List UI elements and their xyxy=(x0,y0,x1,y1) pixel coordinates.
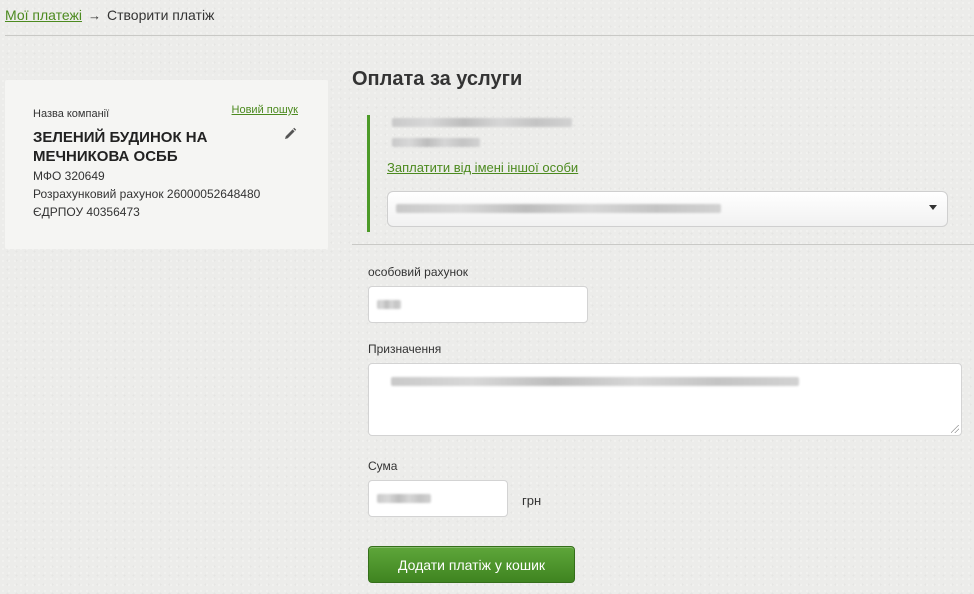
pay-for-other-person-link[interactable]: Заплатити від імені іншої особи xyxy=(387,160,578,175)
resize-handle-icon[interactable] xyxy=(951,425,959,433)
redacted-purpose-text xyxy=(391,377,799,386)
amount-input[interactable] xyxy=(368,480,508,517)
new-search-link[interactable]: Новий пошук xyxy=(232,104,298,116)
redacted-payer-address xyxy=(392,138,480,147)
purpose-label: Призначення xyxy=(368,342,442,356)
amount-label: Сума xyxy=(368,459,398,473)
purpose-textarea[interactable] xyxy=(368,363,962,436)
company-account: Розрахунковий рахунок 26000052648480 xyxy=(33,187,261,201)
company-mfo: МФО 320649 xyxy=(33,169,105,183)
breadcrumb-arrow-icon: → xyxy=(87,7,101,23)
personal-account-input[interactable] xyxy=(368,286,588,323)
payer-select[interactable] xyxy=(387,191,948,227)
add-to-cart-button[interactable]: Додати платіж у кошик xyxy=(368,546,575,583)
header-divider xyxy=(5,35,974,36)
breadcrumb-current: Створити платіж xyxy=(106,7,215,23)
company-name: ЗЕЛЕНИЙ БУДИНОК НА МЕЧНИКОВА ОСББ xyxy=(33,129,208,165)
page-title: Оплата за услуги xyxy=(352,68,523,90)
company-details: МФО 320649 Розрахунковий рахунок 2600005… xyxy=(33,167,260,221)
breadcrumb-my-payments-link[interactable]: Мої платежі xyxy=(5,7,82,23)
personal-account-label: особовий рахунок xyxy=(368,265,469,279)
payer-block: Заплатити від імені іншої особи xyxy=(367,115,967,232)
form-divider xyxy=(352,244,974,245)
redacted-payer-option xyxy=(396,204,721,213)
redacted-personal-account xyxy=(377,300,401,309)
pencil-icon[interactable] xyxy=(282,126,298,142)
company-name-label: Назва компанії xyxy=(33,108,110,120)
currency-label: грн xyxy=(522,493,542,508)
redacted-payer-name xyxy=(392,118,572,127)
company-edrpou: ЄДРПОУ 40356473 xyxy=(33,205,140,219)
company-card: Назва компанії Новий пошук ЗЕЛЕНИЙ БУДИН… xyxy=(5,80,328,249)
redacted-amount xyxy=(377,494,431,503)
breadcrumb: Мої платежі → Створити платіж xyxy=(5,4,214,26)
chevron-down-icon xyxy=(929,205,937,210)
